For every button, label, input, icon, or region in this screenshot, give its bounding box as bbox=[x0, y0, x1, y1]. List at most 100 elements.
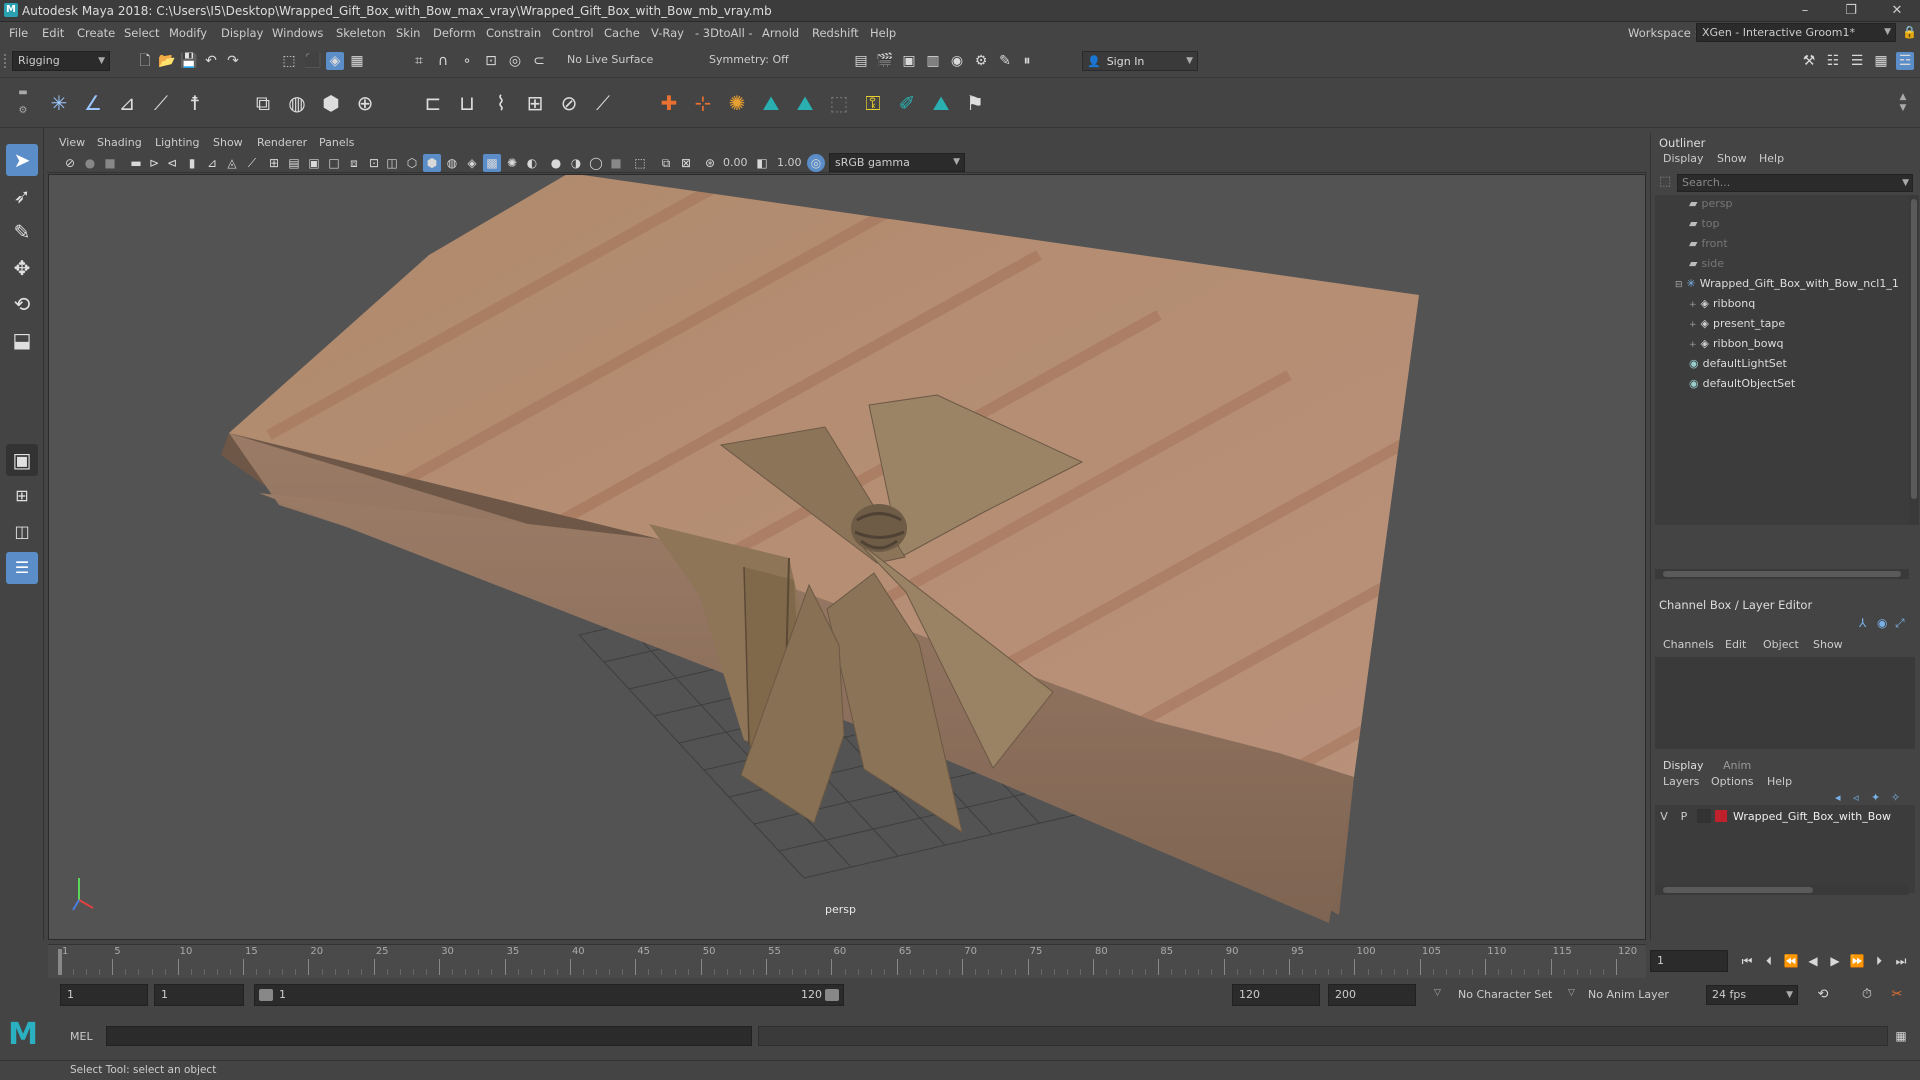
outliner-search-input[interactable]: Search... ▼ bbox=[1677, 174, 1913, 192]
step-forward-key-icon[interactable]: ⏩ bbox=[1848, 952, 1866, 970]
wireframe-on-shaded-icon[interactable]: ◍ bbox=[443, 154, 461, 172]
menu-create[interactable]: Create bbox=[77, 26, 115, 40]
outliner-menu-display[interactable]: Display bbox=[1663, 152, 1704, 165]
fps-selector[interactable]: 24 fps ▼ bbox=[1706, 985, 1798, 1005]
new-scene-icon[interactable]: 🗋 bbox=[136, 52, 154, 70]
step-back-key-icon[interactable]: ⏪ bbox=[1782, 952, 1800, 970]
camera-attributes-icon[interactable]: ● bbox=[81, 154, 99, 172]
layer-tab-display[interactable]: Display bbox=[1663, 759, 1704, 772]
range-end-handle[interactable] bbox=[825, 989, 839, 1001]
gamma-icon[interactable]: ◧ bbox=[753, 154, 771, 172]
channel-menu-channels[interactable]: Channels bbox=[1663, 638, 1714, 651]
outliner-layout-icon[interactable]: ☰ bbox=[6, 552, 38, 584]
outliner-item-ribbonq[interactable]: + ◈ ribbonq bbox=[1689, 295, 1755, 313]
color-management-icon[interactable]: ◎ bbox=[807, 154, 825, 172]
select-object-icon[interactable]: ⬛ bbox=[304, 52, 322, 70]
workspace-selector[interactable]: XGen - Interactive Groom1* ▼ bbox=[1696, 23, 1896, 42]
layer-menu-help[interactable]: Help bbox=[1767, 775, 1792, 788]
outliner-item-top[interactable]: ▰ top bbox=[1689, 215, 1720, 233]
resolution-gate-icon[interactable]: ⟋ bbox=[243, 154, 261, 172]
depth-of-field-icon[interactable]: ■ bbox=[607, 154, 625, 172]
snap-grid-icon[interactable]: ⌗ bbox=[410, 52, 428, 70]
snap-point-icon[interactable]: ∘ bbox=[458, 52, 476, 70]
snap-surface-icon[interactable]: ◎ bbox=[506, 52, 524, 70]
quick-layout-single-icon[interactable]: ▣ bbox=[6, 444, 38, 476]
cluster-icon[interactable]: ⊏ bbox=[420, 90, 446, 116]
point-constraint-icon[interactable]: ⊹ bbox=[690, 90, 716, 116]
paint-weights-icon[interactable]: ⊕ bbox=[352, 90, 378, 116]
safe-title-icon[interactable]: □ bbox=[325, 154, 343, 172]
set-driven-key-icon[interactable]: ⚿ bbox=[860, 90, 886, 116]
menu-redshift[interactable]: Redshift bbox=[812, 26, 859, 40]
layer-menu-options[interactable]: Options bbox=[1711, 775, 1753, 788]
undo-icon[interactable]: ↶ bbox=[202, 52, 220, 70]
pole-vector-icon[interactable]: ⬚ bbox=[826, 90, 852, 116]
outliner-item-group[interactable]: ⊟ ✳ Wrapped_Gift_Box_with_Bow_ncl1_1 bbox=[1675, 275, 1899, 293]
exposure-icon[interactable]: ⊛ bbox=[701, 154, 719, 172]
film-gate-icon[interactable]: ◬ bbox=[223, 154, 241, 172]
bookmarks-icon[interactable]: ■ bbox=[101, 154, 119, 172]
viewport-menu-panels[interactable]: Panels bbox=[319, 136, 354, 149]
ipr-render-icon[interactable]: ▣ bbox=[900, 52, 918, 70]
close-button[interactable]: ✕ bbox=[1874, 0, 1920, 22]
layer-menu-layers[interactable]: Layers bbox=[1663, 775, 1699, 788]
antialiasing-icon[interactable]: ◯ bbox=[587, 154, 605, 172]
playback-end-field[interactable]: 120 bbox=[1232, 984, 1320, 1006]
layer-tab-anim[interactable]: Anim bbox=[1723, 759, 1751, 772]
layer-editor-icon[interactable]: ◉ bbox=[1877, 616, 1887, 630]
select-by-type-icon[interactable]: ▦ bbox=[348, 52, 366, 70]
rotate-tool-icon[interactable]: ⟲ bbox=[6, 288, 38, 320]
wire-deformer-icon[interactable]: ⌇ bbox=[488, 90, 514, 116]
wrap-deformer-icon[interactable]: ⟋ bbox=[590, 90, 616, 116]
layer-row[interactable]: V P Wrapped_Gift_Box_with_Bow bbox=[1655, 807, 1915, 825]
resolution-icon[interactable]: ⊡ bbox=[365, 154, 383, 172]
outliner-item-default-object-set[interactable]: ◉ defaultObjectSet bbox=[1689, 375, 1795, 393]
live-surface-field[interactable]: No Live Surface bbox=[562, 51, 672, 71]
script-editor-icon[interactable]: ▦ bbox=[1892, 1027, 1910, 1045]
save-scene-icon[interactable]: 💾 bbox=[180, 52, 198, 70]
layer-type-toggle[interactable] bbox=[1697, 809, 1711, 823]
menu-3dtoall[interactable]: - 3DtoAll - bbox=[695, 26, 753, 40]
lights-icon[interactable]: ✺ bbox=[503, 154, 521, 172]
pin-icon[interactable]: ⤢ bbox=[1895, 616, 1905, 631]
mel-command-input[interactable] bbox=[106, 1026, 752, 1046]
go-to-end-icon[interactable]: ⏭ bbox=[1892, 952, 1910, 970]
channel-menu-show[interactable]: Show bbox=[1813, 638, 1843, 651]
outliner-item-front[interactable]: ▰ front bbox=[1689, 235, 1728, 253]
image-plane-icon[interactable]: ▬ bbox=[127, 154, 145, 172]
menu-skeleton[interactable]: Skeleton bbox=[336, 26, 386, 40]
bind-skin-icon[interactable]: ⧉ bbox=[250, 90, 276, 116]
motion-blur-icon[interactable]: ◑ bbox=[567, 154, 585, 172]
quick-layout-split-icon[interactable]: ◫ bbox=[6, 516, 38, 548]
layer-visibility-toggle[interactable]: V bbox=[1655, 810, 1673, 823]
end-time-field[interactable]: 200 bbox=[1328, 984, 1416, 1006]
menu-arnold[interactable]: Arnold bbox=[762, 26, 799, 40]
xray-active-icon[interactable]: ⊠ bbox=[677, 154, 695, 172]
character-set-field[interactable]: No Character Set bbox=[1458, 988, 1552, 1001]
channel-menu-edit[interactable]: Edit bbox=[1725, 638, 1746, 651]
step-back-frame-icon[interactable]: ⏴ bbox=[1760, 952, 1778, 970]
xray-joints-icon[interactable]: ⧉ bbox=[657, 154, 675, 172]
smooth-bind-icon[interactable]: ◍ bbox=[284, 90, 310, 116]
layer-playback-toggle[interactable]: P bbox=[1675, 810, 1693, 823]
move-layer-down-icon[interactable]: ◃ bbox=[1853, 791, 1859, 804]
new-layer-selected-icon[interactable]: ✧ bbox=[1891, 791, 1900, 804]
pause-icon[interactable]: ⏸ bbox=[1018, 52, 1036, 70]
color-space-selector[interactable]: sRGB gamma ▼ bbox=[829, 153, 965, 172]
outliner-item-ribbon-bowq[interactable]: + ◈ ribbon_bowq bbox=[1689, 335, 1783, 353]
layer-color-swatch[interactable] bbox=[1715, 810, 1727, 822]
textured-icon[interactable]: ▩ bbox=[483, 154, 501, 172]
go-to-start-icon[interactable]: ⏮ bbox=[1738, 952, 1756, 970]
parent-constraint-icon[interactable]: ✚ bbox=[656, 90, 682, 116]
viewport-menu-shading[interactable]: Shading bbox=[97, 136, 142, 149]
tool-settings-icon[interactable]: ☰ bbox=[1848, 52, 1866, 70]
mel-label[interactable]: MEL bbox=[70, 1030, 93, 1043]
humanik-icon[interactable]: ☨ bbox=[182, 90, 208, 116]
grid-toggle-icon[interactable]: ⊿ bbox=[203, 154, 221, 172]
move-tool-icon[interactable]: ✥ bbox=[6, 252, 38, 284]
paint-skin-icon[interactable]: ✐ bbox=[894, 90, 920, 116]
wireframe-icon[interactable]: ⬡ bbox=[403, 154, 421, 172]
collapse-icon[interactable]: ⊟ bbox=[1675, 280, 1683, 290]
camera-select-icon[interactable]: ⊘ bbox=[61, 154, 79, 172]
loop-icon[interactable]: ⟲ bbox=[1814, 986, 1832, 1004]
